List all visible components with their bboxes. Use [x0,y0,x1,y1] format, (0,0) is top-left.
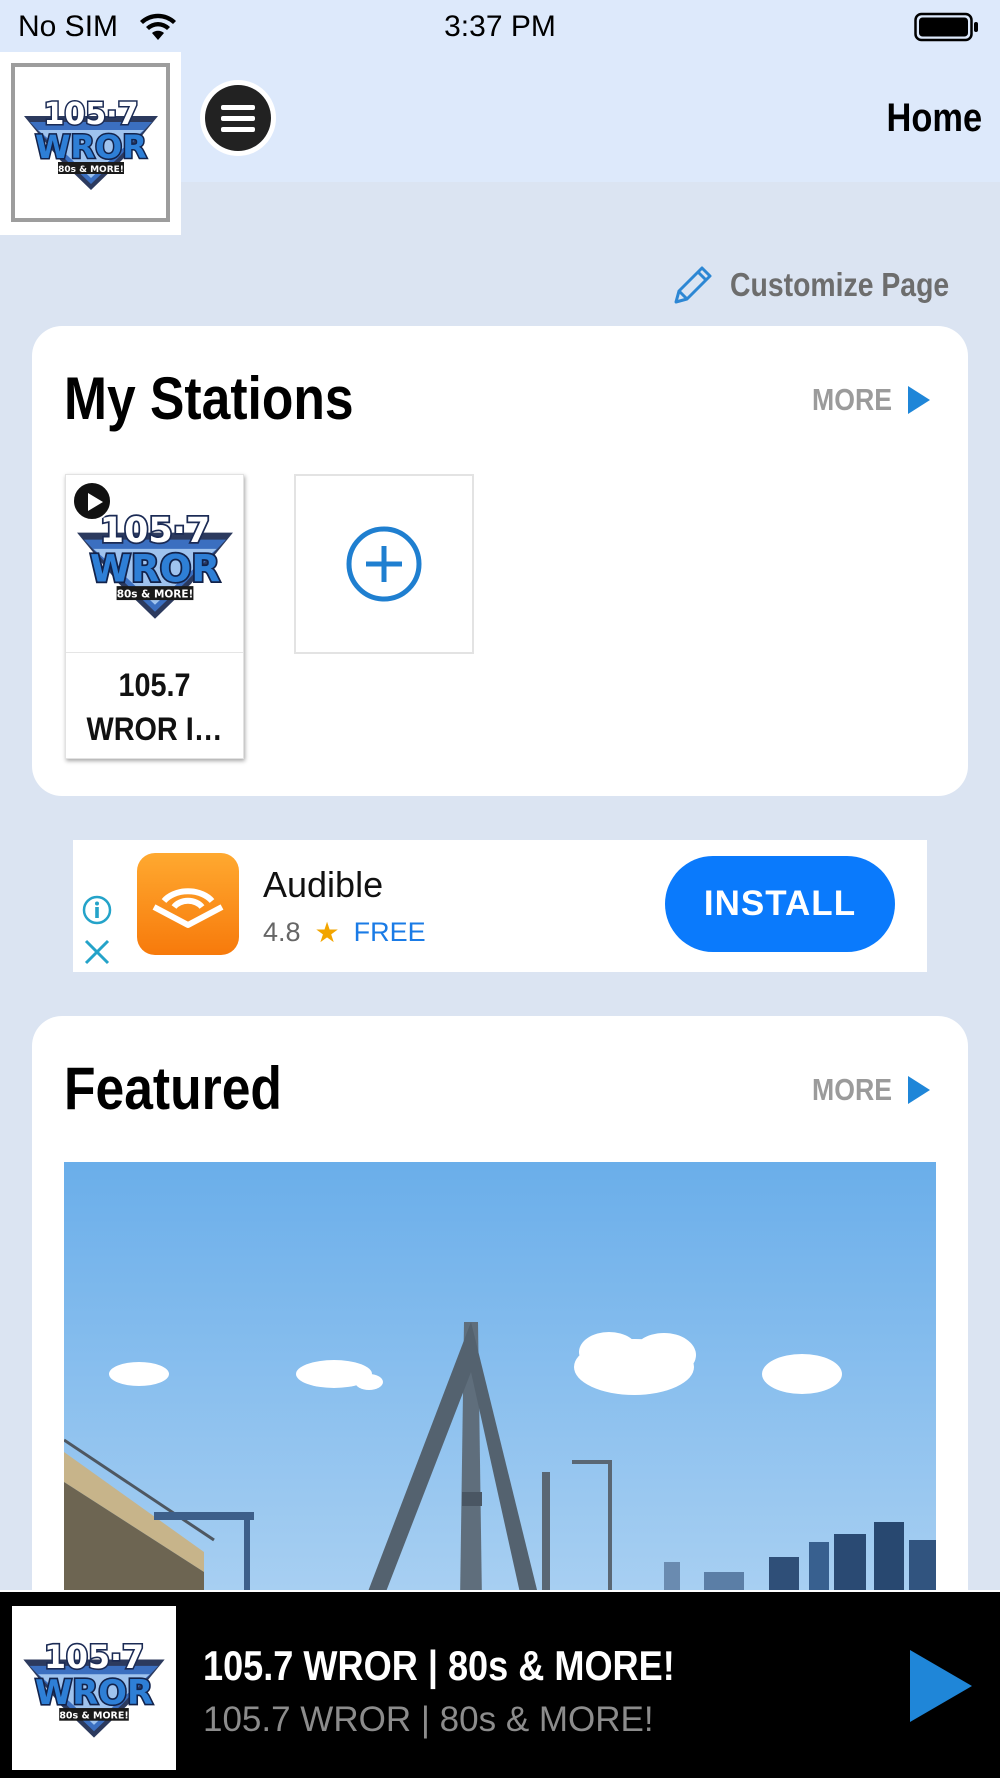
now-playing-subtitle: 105.7 WROR | 80s & MORE! [203,1700,654,1739]
featured-title: Featured [64,1055,282,1122]
plus-circle-icon [346,526,422,602]
svg-text:105·7: 105·7 [44,1640,144,1676]
svg-text:105·7: 105·7 [99,510,209,550]
info-icon[interactable] [81,894,113,926]
ad-banner[interactable]: Audible 4.8 ★ FREE INSTALL [73,840,927,972]
logo-frame: 105·7 WROR 80s & MORE! [11,63,170,222]
station-name: 105.7 WROR I… [86,667,223,747]
play-button-icon[interactable] [910,1650,972,1722]
svg-text:WROR: WROR [89,546,219,590]
my-stations-title: My Stations [64,365,354,432]
now-playing-title: 105.7 WROR | 80s & MORE! [203,1642,675,1689]
svg-text:WROR: WROR [35,128,147,166]
hamburger-menu-button[interactable] [200,80,276,156]
svg-text:80s & MORE!: 80s & MORE! [58,165,124,175]
close-icon[interactable] [81,936,113,968]
featured-image[interactable] [64,1162,936,1602]
wror-logo-icon: 105·7 WROR 80s & MORE! [23,1638,165,1738]
svg-text:WROR: WROR [35,1673,153,1712]
arrow-right-icon [908,386,930,414]
wror-logo-icon: 105·7 WROR 80s & MORE! [23,95,158,190]
my-stations-more-link[interactable]: MORE [799,382,932,418]
svg-text:80s & MORE!: 80s & MORE! [59,1711,128,1722]
status-bar: No SIM 3:37 PM [0,0,1000,54]
arrow-right-icon [908,1076,930,1104]
battery-icon [914,12,980,47]
svg-text:105·7: 105·7 [43,97,138,132]
station-logo[interactable]: 105·7 WROR 80s & MORE! [0,52,181,235]
ad-price: FREE [353,917,426,947]
install-button[interactable]: INSTALL [665,856,895,952]
more-label: MORE [812,382,892,417]
svg-text:80s & MORE!: 80s & MORE! [116,588,193,600]
ad-app-name: Audible [263,864,384,905]
audible-app-icon [137,853,239,955]
hamburger-icon [205,85,271,151]
featured-card: Featured MORE [32,1016,968,1636]
my-stations-card: My Stations MORE 105·7 WROR 80s & MORE! … [32,326,968,796]
add-station-button[interactable] [294,474,474,654]
now-playing-bar[interactable]: 105·7 WROR 80s & MORE! 105.7 WROR | 80s … [0,1590,1000,1778]
pencil-icon [674,266,712,304]
ad-meta: 4.8 ★ FREE [263,916,426,949]
customize-page-link[interactable]: Customize Page [670,262,985,308]
customize-page-label: Customize Page [730,266,950,303]
ad-rating: 4.8 [263,917,301,947]
now-playing-artwork: 105·7 WROR 80s & MORE! [12,1606,176,1770]
star-icon: ★ [314,917,340,948]
page-title: Home [886,96,982,140]
play-icon[interactable] [72,481,112,521]
featured-more-link[interactable]: MORE [799,1072,932,1108]
clock: 3:37 PM [444,10,556,43]
station-tile[interactable]: 105·7 WROR 80s & MORE! 105.7 WROR I… [65,474,244,759]
more-label: MORE [812,1072,892,1107]
